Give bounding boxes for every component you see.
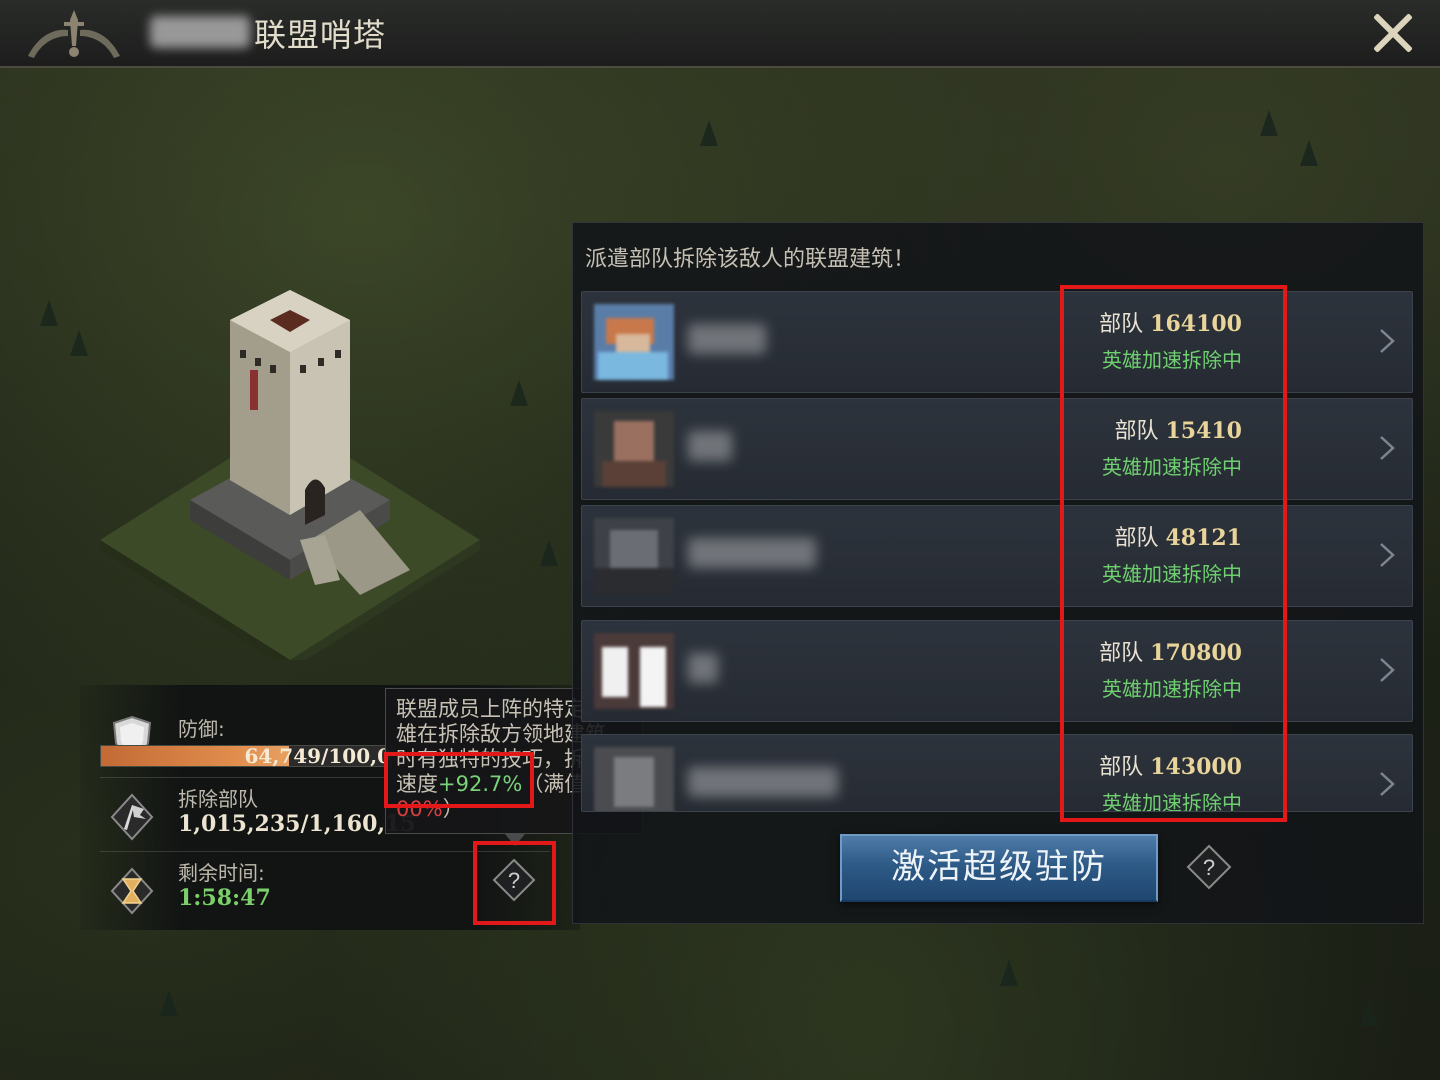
chevron-right-icon xyxy=(1380,658,1395,682)
help-glyph: ? xyxy=(508,868,520,893)
player-avatar xyxy=(594,633,674,709)
remaining-time-row: 剩余时间: 1:58:47 xyxy=(80,851,560,921)
chevron-right-icon xyxy=(1380,436,1395,460)
troop-count: 部队 48121 xyxy=(1114,525,1242,551)
defense-label: 防御: xyxy=(178,717,225,741)
background-tree xyxy=(700,120,718,146)
defense-value: 64,749/100,0 xyxy=(244,744,391,768)
player-avatar xyxy=(594,411,674,487)
background-tree xyxy=(160,990,178,1016)
player-avatar xyxy=(594,747,674,811)
troop-count: 部队 15410 xyxy=(1114,418,1242,444)
max-value-part: 00% xyxy=(396,797,443,821)
title-bar: 联盟哨塔 xyxy=(0,0,1440,68)
activate-super-garrison-button[interactable]: 激活超级驻防 xyxy=(840,834,1158,902)
background-tree xyxy=(540,540,558,566)
defense-progress-bar: 64,749/100,0 xyxy=(100,744,392,768)
troop-status: 英雄加速拆除中 xyxy=(1102,677,1242,701)
tooltip-pointer xyxy=(505,834,525,846)
sentry-tower-image xyxy=(100,290,480,660)
demolish-troops-value: 1,015,235/1,160,15 xyxy=(178,811,416,837)
tooltip-text: ） xyxy=(442,797,464,821)
background-tree xyxy=(510,380,528,406)
troop-status: 英雄加速拆除中 xyxy=(1102,348,1242,372)
chevron-right-icon xyxy=(1380,543,1395,567)
player-name-redacted xyxy=(688,767,838,797)
close-icon[interactable] xyxy=(1370,10,1416,56)
troop-status: 英雄加速拆除中 xyxy=(1102,562,1242,586)
player-avatar xyxy=(594,304,674,380)
background-tree xyxy=(40,300,58,326)
troop-row[interactable]: 部队 143000 英雄加速拆除中 xyxy=(581,734,1413,812)
troop-status: 英雄加速拆除中 xyxy=(1102,791,1242,812)
tooltip-text: 速度 xyxy=(396,772,438,796)
player-name-redacted xyxy=(688,324,766,354)
player-name-redacted xyxy=(688,538,816,568)
page-title: 联盟哨塔 xyxy=(254,16,387,54)
help-icon[interactable]: ? xyxy=(1186,844,1232,890)
alliance-tag-redacted xyxy=(150,16,250,48)
hourglass-icon xyxy=(110,867,154,915)
troop-row[interactable]: 部队 48121 英雄加速拆除中 xyxy=(581,505,1413,607)
troop-row[interactable]: 部队 15410 英雄加速拆除中 xyxy=(581,398,1413,500)
troop-row[interactable]: 部队 164100 英雄加速拆除中 xyxy=(581,291,1413,393)
alliance-emblem-icon xyxy=(28,10,120,58)
troop-count: 部队 164100 xyxy=(1099,311,1242,337)
remaining-time-value: 1:58:47 xyxy=(178,885,271,911)
player-name-redacted xyxy=(688,653,718,683)
remaining-time-label: 剩余时间: xyxy=(178,861,265,885)
background-tree xyxy=(1360,1000,1378,1026)
chevron-right-icon xyxy=(1380,329,1395,353)
dispatch-panel: 派遣部队拆除该敌人的联盟建筑！ 部队 164100 英雄加速拆除中 部队 154… xyxy=(572,222,1424,924)
background-tree xyxy=(1000,960,1018,986)
player-avatar xyxy=(594,518,674,594)
speed-bonus-value: +92.7% xyxy=(438,772,523,796)
help-glyph: ? xyxy=(1203,855,1215,880)
troop-status: 英雄加速拆除中 xyxy=(1102,455,1242,479)
background-tree xyxy=(1300,140,1318,166)
player-name-redacted xyxy=(688,431,732,461)
troop-count: 部队 170800 xyxy=(1099,640,1242,666)
demolish-troops-label: 拆除部队 xyxy=(178,787,258,811)
background-tree xyxy=(1260,110,1278,136)
help-icon[interactable]: ? xyxy=(492,858,536,902)
troop-count: 部队 143000 xyxy=(1099,754,1242,780)
chevron-right-icon xyxy=(1380,772,1395,796)
broken-flag-icon xyxy=(110,793,154,841)
panel-header: 派遣部队拆除该敌人的联盟建筑！ xyxy=(585,247,916,272)
troop-row[interactable]: 部队 170800 英雄加速拆除中 xyxy=(581,620,1413,722)
